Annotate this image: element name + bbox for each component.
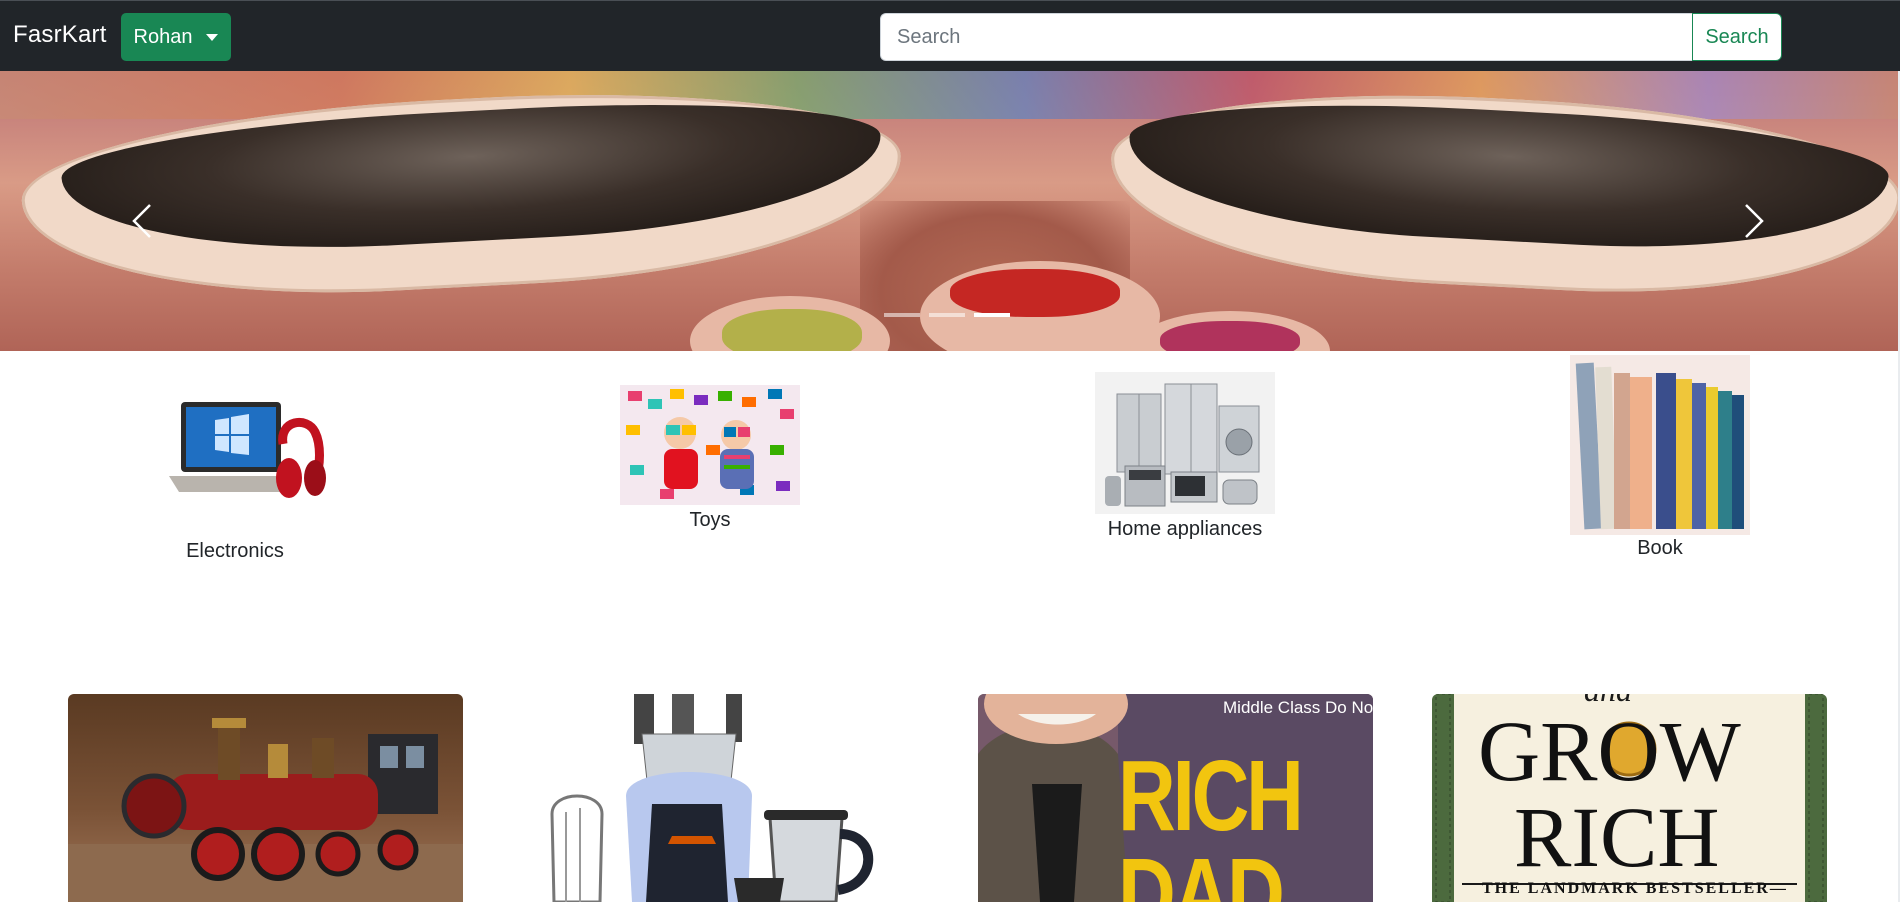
- brand-logo[interactable]: FasrKart: [13, 21, 107, 49]
- carousel-prev-button[interactable]: [112, 181, 172, 261]
- grow-rich-tagline: THE LANDMARK BESTSELLER—: [1482, 880, 1788, 897]
- rich-dad-title-line-1: RICH: [1118, 740, 1304, 852]
- mixer-grinder-image: [522, 694, 917, 902]
- book-image: [1570, 355, 1750, 535]
- category-label: Electronics: [186, 540, 284, 562]
- carousel-indicator-1[interactable]: [884, 313, 920, 317]
- product-card-mixer-grinder[interactable]: [522, 694, 917, 902]
- product-card-toy-train[interactable]: [68, 694, 463, 902]
- product-card-grow-rich-book[interactable]: and GROW RICH THE LANDMARK BESTSELLER—: [1432, 694, 1827, 902]
- rich-dad-tagline: Middle Class Do Not!: [1223, 698, 1373, 717]
- grow-rich-title-line-1: GROW: [1478, 703, 1741, 799]
- carousel-next-button[interactable]: [1724, 181, 1784, 261]
- category-label: Book: [1637, 537, 1683, 559]
- carousel-indicator-3[interactable]: [974, 313, 1010, 317]
- category-book[interactable]: Book: [1560, 355, 1760, 565]
- search-button[interactable]: Search: [1692, 13, 1782, 61]
- user-menu-button[interactable]: Rohan: [121, 13, 231, 61]
- carousel-indicators: [884, 313, 1010, 317]
- chevron-left-icon: [132, 204, 151, 238]
- category-toys[interactable]: Toys: [610, 385, 810, 535]
- chevron-right-icon: [1745, 204, 1764, 238]
- rich-dad-title-line-2: DAD: [1118, 838, 1285, 902]
- carousel-indicator-2[interactable]: [929, 313, 965, 317]
- user-menu-label: Rohan: [133, 25, 193, 48]
- toy-train-image: [68, 694, 463, 902]
- category-home-appliances[interactable]: Home appliances: [1085, 372, 1285, 542]
- grow-rich-title-line-2: RICH: [1514, 789, 1720, 885]
- hero-carousel: [0, 71, 1898, 351]
- home-appliances-image: [1095, 372, 1275, 514]
- search-input[interactable]: [880, 13, 1694, 61]
- toys-image: [620, 385, 800, 505]
- navbar: FasrKart Rohan Search: [0, 0, 1900, 71]
- category-label: Home appliances: [1107, 518, 1263, 540]
- caret-down-icon: [206, 33, 219, 41]
- category-electronics[interactable]: Electronics: [135, 380, 335, 565]
- electronics-image: [155, 380, 335, 510]
- category-label: Toys: [689, 509, 731, 531]
- product-card-rich-dad-book[interactable]: Middle Class Do Not! RICH DAD: [978, 694, 1373, 902]
